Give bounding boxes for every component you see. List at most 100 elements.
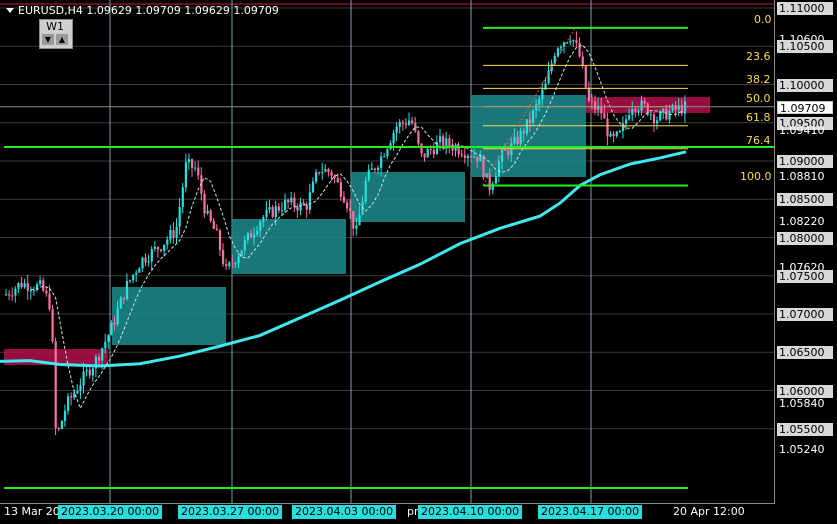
bull-candle (494, 176, 497, 184)
bear-candle (156, 246, 160, 250)
bull-candle (253, 234, 256, 238)
bull-candle (101, 348, 104, 361)
bull-candle (284, 199, 287, 211)
bear-candle (460, 154, 463, 156)
bear-candle (160, 249, 163, 251)
bull-candle (358, 214, 361, 226)
price-axis-label: 1.07500 (777, 270, 833, 283)
bear-candle (222, 250, 225, 265)
fibonacci-level-label: 23.6 (746, 50, 771, 63)
bear-candle (581, 56, 584, 67)
bull-candle (141, 257, 144, 269)
bear-candle (144, 257, 147, 263)
bull-candle (559, 47, 563, 49)
bull-candle (119, 297, 122, 309)
bear-candle (429, 149, 432, 151)
timeframe-down-button[interactable]: ▼ (42, 34, 54, 45)
price-axis-label: 1.05500 (777, 423, 833, 436)
bear-candle (612, 133, 615, 136)
bear-candle (333, 175, 336, 178)
bear-candle (57, 428, 60, 430)
bear-candle (603, 113, 606, 119)
bear-candle (218, 230, 222, 251)
bull-candle (265, 209, 268, 218)
bull-candle (166, 239, 169, 245)
time-axis-label: 20 Apr 12:00 (673, 505, 745, 518)
bull-candle (39, 280, 42, 285)
chart-area[interactable] (0, 0, 775, 504)
bull-candle (135, 272, 138, 275)
bear-candle (373, 168, 377, 171)
bear-candle (203, 193, 206, 214)
bull-candle (497, 161, 501, 177)
bull-candle (237, 256, 240, 264)
price-axis-label: 1.06500 (777, 346, 833, 359)
bull-candle (659, 111, 662, 121)
time-axis-label: 2023.04.03 00:00 (292, 505, 397, 519)
bull-candle (82, 371, 85, 386)
bull-candle (163, 244, 166, 251)
bear-candle (327, 169, 330, 173)
price-axis-label: 1.05240 (779, 443, 825, 456)
bear-candle (51, 309, 54, 342)
bull-candle (194, 167, 197, 169)
bear-candle (404, 123, 408, 125)
bull-candle (628, 115, 631, 120)
bear-candle (98, 356, 101, 361)
bear-candle (249, 233, 253, 238)
price-axis-label: 1.10500 (777, 40, 833, 53)
bull-candle (547, 70, 550, 84)
bull-candle (181, 187, 184, 208)
bull-candle (184, 162, 187, 188)
chart-menu-triangle-icon[interactable] (6, 8, 14, 13)
bear-candle (575, 40, 578, 43)
bull-candle (299, 202, 302, 211)
price-axis-label: 1.09410 (779, 124, 825, 137)
bear-candle (528, 119, 532, 124)
time-axis[interactable]: 13 Mar 20 2023.03.20 00:00 2023.03.27 00:0… (0, 503, 837, 524)
bear-candle (349, 208, 352, 212)
bull-candle (17, 283, 20, 289)
symbol-ohlc-header: EURUSD,H4 1.09629 1.09709 1.09629 1.0970… (18, 4, 279, 17)
bull-candle (315, 172, 318, 182)
bull-candle (32, 290, 36, 292)
bull-candle (256, 230, 259, 235)
bear-candle (665, 108, 668, 120)
bear-candle (634, 108, 637, 112)
price-chart[interactable] (0, 0, 774, 503)
bear-candle (423, 153, 426, 158)
bull-candle (147, 261, 150, 263)
bull-candle (538, 99, 541, 105)
bull-candle (29, 290, 32, 292)
demand-zone-teal (112, 287, 226, 345)
bull-candle (187, 159, 191, 163)
bull-candle (553, 56, 556, 64)
bull-candle (637, 110, 640, 112)
bear-candle (482, 156, 485, 178)
bull-candle (485, 173, 488, 178)
bull-candle (138, 268, 141, 273)
bull-candle (519, 130, 522, 145)
bear-candle (70, 396, 73, 398)
bear-candle (578, 42, 581, 57)
time-axis-label: 2023.03.27 00:00 (178, 505, 283, 519)
bear-candle (417, 131, 420, 144)
bull-candle (107, 335, 110, 342)
bull-candle (426, 149, 429, 158)
timeframe-widget[interactable]: W1 ▼ ▲ (39, 19, 73, 49)
bull-candle (150, 248, 153, 262)
fibonacci-level-label: 0.0 (754, 13, 772, 26)
bear-candle (296, 206, 299, 211)
bear-candle (277, 206, 280, 211)
bear-candle (305, 204, 308, 210)
bull-candle (228, 262, 231, 267)
bear-candle (318, 172, 321, 174)
timeframe-up-button[interactable]: ▲ (56, 34, 68, 45)
bull-candle (268, 207, 271, 210)
price-axis[interactable]: 1.110001.106001.105001.100001.097091.095… (775, 0, 837, 503)
fibonacci-level-label: 100.0 (740, 170, 772, 183)
bull-candle (618, 131, 621, 133)
bear-candle (271, 207, 274, 217)
bull-candle (175, 226, 178, 238)
bull-candle (408, 120, 411, 125)
